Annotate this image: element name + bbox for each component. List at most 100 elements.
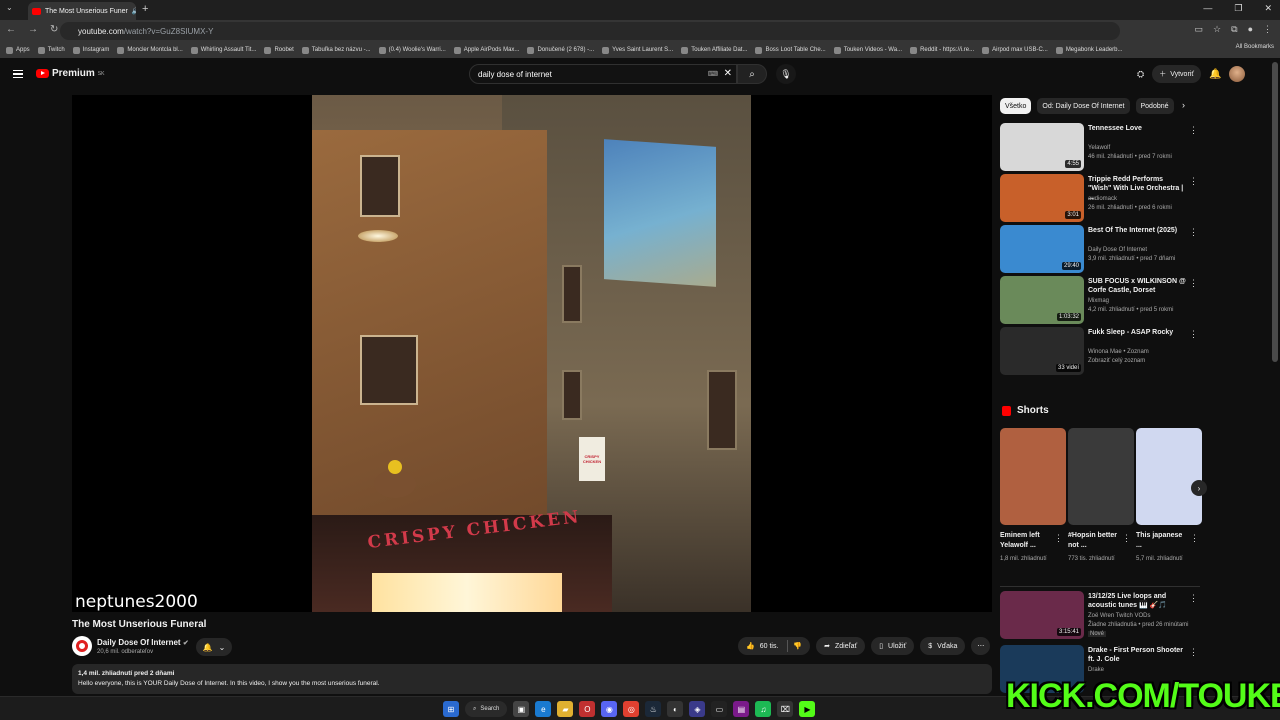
taskbar-search[interactable]: ⌕ Search xyxy=(465,701,508,717)
bookmark-item[interactable]: (0.4) Woolie's Warri... xyxy=(378,46,446,54)
recommendation-item[interactable]: 3:01 Trippie Redd Performs "Wish" With Li… xyxy=(1000,174,1200,222)
all-bookmarks-link[interactable]: All Bookmarks xyxy=(1236,44,1274,50)
bookmark-item[interactable]: Yves Saint Laurent S... xyxy=(602,46,673,54)
discord-icon[interactable]: ◉ xyxy=(601,701,618,717)
tab-search-icon[interactable]: ⌄ xyxy=(6,3,13,12)
task-view-icon[interactable]: ▣ xyxy=(513,701,530,717)
menu-hamburger-icon[interactable] xyxy=(13,70,23,78)
app-icon[interactable]: ▤ xyxy=(733,701,750,717)
filter-chip[interactable]: Od: Daily Dose Of Internet xyxy=(1037,98,1130,114)
create-button[interactable]: ＋ Vytvoriť xyxy=(1152,65,1201,83)
bookmark-item[interactable]: Donučené (2 678) -... xyxy=(527,46,594,54)
bookmark-item[interactable]: Touken Affiliate Dat... xyxy=(681,46,747,54)
bookmark-item[interactable]: Reddit - https://i.re... xyxy=(910,46,974,54)
video-thumbnail[interactable]: 1:03:32 xyxy=(1000,276,1084,324)
audio-icon[interactable]: 🔊 xyxy=(132,7,136,15)
page-scrollbar[interactable] xyxy=(1272,62,1278,362)
account-avatar[interactable] xyxy=(1229,66,1246,82)
browser-tab[interactable]: The Most Unserious Funer 🔊 ✕ xyxy=(28,2,136,20)
recommendation-item[interactable]: 4:55 Tennessee Love Yelawolf 46 mil. zhliad… xyxy=(1000,123,1200,171)
shorts-next-button[interactable]: › xyxy=(1191,480,1207,496)
back-icon[interactable]: ← xyxy=(6,24,16,35)
video-thumbnail[interactable]: 29:40 xyxy=(1000,225,1084,273)
clear-icon[interactable]: ✕ xyxy=(724,68,732,79)
more-options-icon[interactable]: ⋮ xyxy=(1122,533,1131,544)
bookmark-item[interactable]: Airpod max USB-C... xyxy=(982,46,1048,54)
folder-icon[interactable]: ▰ xyxy=(557,701,574,717)
bookmark-item[interactable]: Apple AirPods Max... xyxy=(453,46,519,54)
recommendation-item[interactable]: 1:03:32 SUB FOCUS x WILKINSON @ Corfe Cas… xyxy=(1000,276,1200,324)
terminal-icon[interactable]: ▭ xyxy=(711,701,728,717)
bookmark-item[interactable]: Instagram xyxy=(72,46,109,54)
subscription-bell-button[interactable]: 🔔 ⌄ xyxy=(196,638,232,656)
bookmark-item[interactable]: Boss Loot Table Che... xyxy=(755,46,826,54)
bookmark-item[interactable]: Twitch xyxy=(37,46,65,54)
video-thumbnail[interactable]: 4:55 xyxy=(1000,123,1084,171)
cast-icon[interactable]: ▭ xyxy=(1195,24,1204,35)
thumbs-down-icon[interactable]: 👎 xyxy=(793,642,802,650)
app-icon[interactable]: ◈ xyxy=(689,701,706,717)
short-thumbnail[interactable] xyxy=(1000,428,1066,525)
video-player[interactable]: CRISPY CHICKEN CRISPY CHICKEN neptunes20… xyxy=(72,95,992,612)
reload-icon[interactable]: ↻ xyxy=(50,24,58,35)
recommendation-item[interactable]: 33 videí Fukk Sleep - ASAP Rocky Winona Ma… xyxy=(1000,327,1200,375)
spotify-icon[interactable]: ♫ xyxy=(755,701,772,717)
forward-icon[interactable]: → xyxy=(28,24,38,35)
cast-icon[interactable]: ⛭ xyxy=(1137,69,1144,80)
kick-icon[interactable]: ▶ xyxy=(799,701,816,717)
channel-name[interactable]: Daily Dose Of Internet ✔ xyxy=(97,638,189,647)
menu-icon[interactable]: ⋮ xyxy=(1263,24,1272,35)
video-thumbnail[interactable]: 3:01 xyxy=(1000,174,1084,222)
steam-icon[interactable]: ♨ xyxy=(645,701,662,717)
more-actions-button[interactable]: ⋯ xyxy=(971,637,991,655)
video-thumbnail[interactable]: 3:15:41 xyxy=(1000,591,1084,639)
opera-icon[interactable]: O xyxy=(579,701,596,717)
url-input[interactable]: youtube.com/watch?v=GuZ8SIUMX-Y xyxy=(60,22,1120,40)
recommendation-item[interactable]: 29:40 Best Of The Internet (2025) Daily Do… xyxy=(1000,225,1200,273)
minimize-icon[interactable]: — xyxy=(1203,3,1212,14)
youtube-logo[interactable]: Premium SK xyxy=(36,68,104,79)
search-button[interactable]: ⌕ xyxy=(737,64,767,84)
filter-chip[interactable]: Všetko xyxy=(1000,98,1032,114)
bookmark-item[interactable]: Megabonk Leaderb... xyxy=(1055,46,1123,54)
restore-icon[interactable]: ❐ xyxy=(1234,3,1242,14)
app-icon[interactable]: ◐ xyxy=(667,701,684,717)
new-tab-button[interactable]: + xyxy=(142,3,148,15)
bookmark-item[interactable]: Tabuľka bez názvu -... xyxy=(301,46,371,54)
keyboard-icon[interactable]: ⌨ xyxy=(708,70,718,78)
more-options-icon[interactable]: ⋮ xyxy=(1189,125,1198,136)
video-thumbnail[interactable]: 33 videí xyxy=(1000,327,1084,375)
share-button[interactable]: ➦ Zdieľať xyxy=(816,637,866,655)
channel-avatar[interactable] xyxy=(72,636,92,656)
notifications-bell-icon[interactable]: 🔔 xyxy=(1209,69,1221,80)
edge-icon[interactable]: e xyxy=(535,701,552,717)
bookmark-item[interactable]: Moncler Montcla bl... xyxy=(117,46,183,54)
chevron-right-icon[interactable]: › xyxy=(1182,100,1185,110)
bookmark-item[interactable]: Apps xyxy=(6,46,30,54)
star-icon[interactable]: ☆ xyxy=(1213,24,1221,35)
app-icon[interactable]: ⌧ xyxy=(777,701,794,717)
filter-chip[interactable]: Podobné xyxy=(1135,98,1174,114)
chrome-icon[interactable]: ◎ xyxy=(623,701,640,717)
bookmark-item[interactable]: Touken Videos - Wa... xyxy=(833,46,902,54)
more-options-icon[interactable]: ⋮ xyxy=(1189,647,1198,658)
more-options-icon[interactable]: ⋮ xyxy=(1189,278,1198,289)
bookmark-item[interactable]: Roobet xyxy=(264,46,294,54)
profile-icon[interactable]: ● xyxy=(1248,24,1253,35)
recommendation-item[interactable]: 3:15:41 13/12/25 Live loops and acoustic … xyxy=(1000,591,1200,639)
more-options-icon[interactable]: ⋮ xyxy=(1189,227,1198,238)
short-thumbnail[interactable] xyxy=(1136,428,1202,525)
start-icon[interactable]: ⊞ xyxy=(443,701,459,717)
more-options-icon[interactable]: ⋮ xyxy=(1189,176,1198,187)
more-options-icon[interactable]: ⋮ xyxy=(1190,533,1199,544)
bookmark-item[interactable]: Whirling Assault Tit... xyxy=(190,46,256,54)
more-options-icon[interactable]: ⋮ xyxy=(1054,533,1063,544)
voice-search-button[interactable]: 🎙 xyxy=(776,64,796,84)
save-button[interactable]: ▯ Uložiť xyxy=(871,637,915,655)
like-button[interactable]: 👍 60 tis. 👎 xyxy=(738,637,811,655)
more-options-icon[interactable]: ⋮ xyxy=(1189,329,1198,340)
extensions-icon[interactable]: ⧉ xyxy=(1231,24,1237,35)
description-box[interactable]: 1,4 mil. zhliadnutí pred 2 dňami Hello e… xyxy=(72,664,992,694)
close-window-icon[interactable]: ✕ xyxy=(1264,3,1272,14)
search-input[interactable]: daily dose of internet ⌨ ✕ xyxy=(469,64,737,84)
